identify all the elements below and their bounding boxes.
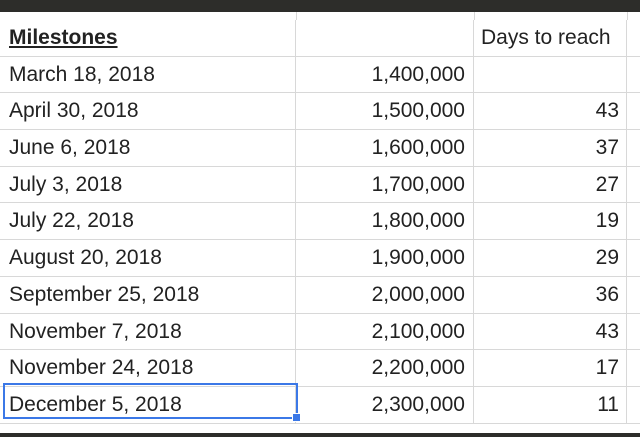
days-cell[interactable]: 27	[474, 166, 627, 203]
value-cell[interactable]: 2,300,000	[296, 386, 474, 423]
value-cell[interactable]: 1,500,000	[296, 93, 474, 130]
empty-cell[interactable]	[627, 167, 640, 203]
table-row: August 20, 2018 1,900,000 29	[0, 240, 640, 277]
table-row: November 7, 2018 2,100,000 43	[0, 313, 640, 351]
days-cell[interactable]: 29	[474, 240, 627, 276]
column-divider	[296, 12, 297, 20]
table-row: July 3, 2018 1,700,000 27	[0, 166, 640, 204]
date-cell[interactable]: December 5, 2018	[0, 386, 296, 423]
header-row: Milestones Days to reach	[0, 20, 640, 57]
empty-cell[interactable]	[627, 350, 640, 386]
days-cell[interactable]	[474, 56, 627, 93]
empty-cell[interactable]	[627, 387, 640, 423]
empty-cell[interactable]	[627, 57, 640, 93]
date-cell[interactable]: September 25, 2018	[0, 276, 296, 313]
days-cell[interactable]: 17	[474, 350, 627, 386]
column-divider	[474, 12, 475, 20]
empty-cell[interactable]	[627, 240, 640, 276]
table-row: June 6, 2018 1,600,000 37	[0, 130, 640, 167]
empty-cell[interactable]	[627, 277, 640, 313]
value-cell[interactable]: 2,000,000	[296, 276, 474, 313]
empty-cell[interactable]	[627, 93, 640, 129]
value-cell[interactable]: 1,900,000	[296, 240, 474, 276]
table-row: March 18, 2018 1,400,000	[0, 56, 640, 94]
date-cell[interactable]: November 24, 2018	[0, 350, 296, 386]
header-days-cell[interactable]: Days to reach	[474, 20, 627, 56]
table-row: November 24, 2018 2,200,000 17	[0, 350, 640, 387]
empty-cell[interactable]	[627, 314, 640, 350]
days-cell[interactable]: 43	[474, 313, 627, 350]
value-cell[interactable]: 2,100,000	[296, 313, 474, 350]
days-cell[interactable]: 37	[474, 130, 627, 166]
date-cell[interactable]: November 7, 2018	[0, 313, 296, 350]
empty-cell[interactable]	[627, 203, 640, 239]
value-cell[interactable]: 1,700,000	[296, 166, 474, 203]
header-value-cell[interactable]	[296, 20, 474, 56]
column-divider	[627, 12, 628, 20]
table-row: September 25, 2018 2,000,000 36	[0, 276, 640, 314]
empty-cell[interactable]	[627, 20, 640, 56]
table-row: April 30, 2018 1,500,000 43	[0, 93, 640, 131]
days-cell[interactable]: 43	[474, 93, 627, 130]
table-row: July 22, 2018 1,800,000 19	[0, 203, 640, 241]
date-cell[interactable]: August 20, 2018	[0, 240, 296, 276]
value-cell[interactable]: 1,400,000	[296, 56, 474, 93]
days-cell[interactable]: 19	[474, 203, 627, 240]
date-cell[interactable]: July 3, 2018	[0, 166, 296, 203]
days-cell[interactable]: 36	[474, 276, 627, 313]
date-cell[interactable]: March 18, 2018	[0, 56, 296, 93]
header-milestones-cell[interactable]: Milestones	[0, 20, 296, 56]
value-cell[interactable]: 1,800,000	[296, 203, 474, 240]
table-row: December 5, 2018 2,300,000 11	[0, 386, 640, 424]
date-cell[interactable]: April 30, 2018	[0, 93, 296, 130]
days-cell[interactable]: 11	[474, 386, 627, 423]
date-cell[interactable]: July 22, 2018	[0, 203, 296, 240]
empty-cell[interactable]	[627, 130, 640, 166]
value-cell[interactable]: 1,600,000	[296, 130, 474, 166]
spreadsheet-grid: Milestones Days to reach March 18, 2018 …	[0, 20, 640, 424]
date-cell[interactable]: June 6, 2018	[0, 130, 296, 166]
value-cell[interactable]: 2,200,000	[296, 350, 474, 386]
